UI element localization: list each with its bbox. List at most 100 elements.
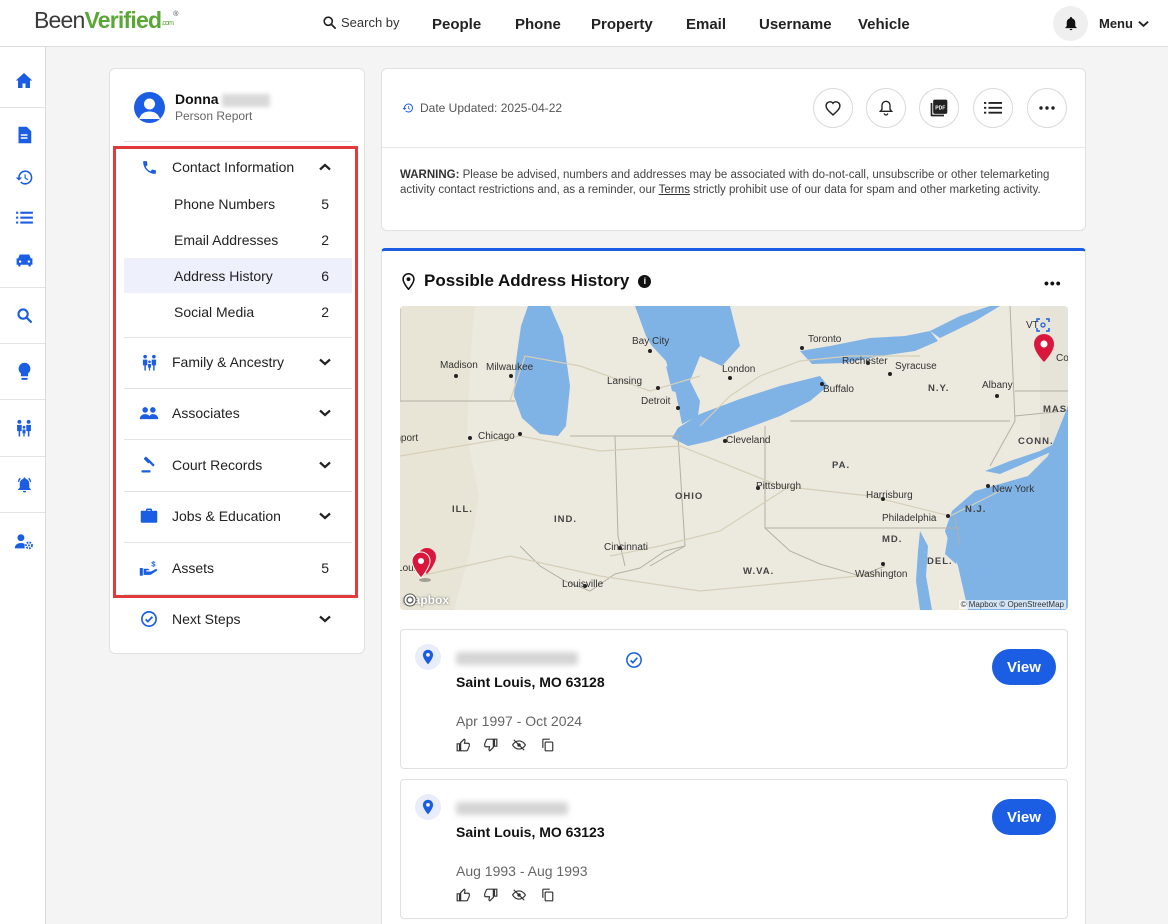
chevron-down-icon [318,461,332,469]
verified-check-icon [626,652,642,668]
location-pin-icon [415,644,441,670]
history-icon[interactable] [14,167,34,187]
telemarketing-warning: WARNING: Please be advised, numbers and … [400,169,1050,196]
address-entry: Saint Louis, MO 63128 Apr 1997 - Oct 202… [400,629,1068,769]
alert-bell-icon[interactable] [14,474,34,494]
nav-email[interactable]: Email [686,16,726,33]
section-family-ancestry[interactable]: Family & Ancestry [124,345,352,379]
person-report-subtitle: Person Report [175,109,253,123]
chevron-down-icon [1138,20,1149,27]
mapbox-logo[interactable]: mapbox [403,593,449,607]
address-history-card: Possible Address History i ••• Toronto B… [381,248,1086,924]
favorite-button[interactable] [813,88,853,128]
sidebar-item-address-history[interactable]: Address History 6 [124,258,352,293]
bell-icon [1064,16,1077,31]
sidebar-item-email-addresses[interactable]: Email Addresses 2 [124,222,352,257]
family-icon[interactable] [14,418,34,438]
section-assets[interactable]: $ Assets 5 [124,551,352,585]
download-pdf-button[interactable]: PDF [919,88,959,128]
address-date-range: Aug 1993 - Aug 1993 [456,863,588,879]
gavel-icon [138,454,160,476]
view-address-button[interactable]: View [992,799,1056,835]
section-next-steps[interactable]: Next Steps [124,602,352,636]
phone-icon [138,156,160,178]
person-name: Donna [175,91,270,107]
thumbs-down-icon[interactable] [484,738,498,752]
section-title: Possible Address History i [402,271,652,291]
home-icon[interactable] [14,70,34,90]
date-updated: Date Updated: 2025-04-22 [402,101,562,115]
terms-link[interactable]: Terms [659,184,690,196]
money-hand-icon: $ [138,557,160,579]
nav-username[interactable]: Username [759,16,832,33]
svg-text:PDF: PDF [935,105,945,111]
section-court-records[interactable]: Court Records [124,448,352,482]
beenverified-logo[interactable]: BeenVerified.com® [34,7,178,34]
map-base [400,306,1068,610]
associates-icon [138,402,160,424]
search-icon[interactable] [14,305,34,325]
table-of-contents-button[interactable] [973,88,1013,128]
nav-phone[interactable]: Phone [515,16,561,33]
location-pin-icon [415,794,441,820]
report-header-card: Date Updated: 2025-04-22 PDF WARNING: Pl… [381,68,1086,231]
section-contact-information[interactable]: Contact Information [124,150,352,184]
section-jobs-education[interactable]: Jobs & Education [124,499,352,533]
briefcase-icon [138,505,160,527]
address-date-range: Apr 1997 - Oct 2024 [456,713,583,729]
redacted-surname [221,93,270,107]
address-city-line: Saint Louis, MO 63128 [456,674,605,690]
chevron-up-icon [318,163,332,171]
menu-button[interactable]: Menu [1099,16,1149,31]
pdf-icon: PDF [930,99,948,117]
notifications-button[interactable] [1053,6,1088,41]
chevron-down-icon [318,615,332,623]
car-icon[interactable] [14,250,34,270]
lightbulb-icon[interactable] [14,361,34,381]
person-icon [139,98,160,119]
location-pin-icon [402,272,415,290]
more-options-icon[interactable]: ••• [1044,275,1062,291]
social-media-count: 2 [321,303,329,320]
heart-icon [825,101,841,116]
view-address-button[interactable]: View [992,649,1056,685]
redacted-street-address [456,802,568,815]
address-history-count: 6 [321,267,329,284]
section-associates[interactable]: Associates [124,396,352,430]
address-entry: Saint Louis, MO 63123 Aug 1993 - Aug 199… [400,779,1068,919]
fullscreen-icon[interactable] [1036,318,1050,332]
info-icon[interactable]: i [638,274,652,288]
address-actions [456,888,554,902]
nav-people[interactable]: People [432,16,481,33]
nav-property[interactable]: Property [591,16,653,33]
email-addresses-count: 2 [321,231,329,248]
chevron-down-icon [318,409,332,417]
copy-icon[interactable] [540,738,554,752]
thumbs-up-icon[interactable] [456,888,470,902]
search-icon [323,16,336,29]
hide-icon[interactable] [512,738,526,752]
left-icon-rail [0,47,46,924]
monitor-alert-button[interactable] [866,88,906,128]
nav-vehicle[interactable]: Vehicle [858,16,910,33]
report-icon[interactable] [14,125,34,145]
sidebar-item-phone-numbers[interactable]: Phone Numbers 5 [124,186,352,221]
assets-count: 5 [321,560,329,576]
chevron-down-icon [318,358,332,366]
map-attribution[interactable]: © Mapbox © OpenStreetMap [958,600,1066,609]
svg-text:$: $ [151,559,156,568]
list-icon [984,102,1002,114]
sidebar-item-social-media[interactable]: Social Media 2 [124,294,352,329]
phone-numbers-count: 5 [321,195,329,212]
copy-icon[interactable] [540,888,554,902]
map-pin-icon[interactable] [410,546,438,582]
thumbs-up-icon[interactable] [456,738,470,752]
list-icon[interactable] [14,208,34,228]
more-options-button[interactable] [1027,88,1067,128]
user-settings-icon[interactable] [14,531,34,551]
address-map[interactable]: Toronto Bay City Madison Milwaukee Londo… [400,306,1068,610]
thumbs-down-icon[interactable] [484,888,498,902]
hide-icon[interactable] [512,888,526,902]
chevron-down-icon [318,512,332,520]
map-pin-icon[interactable] [1032,332,1056,364]
